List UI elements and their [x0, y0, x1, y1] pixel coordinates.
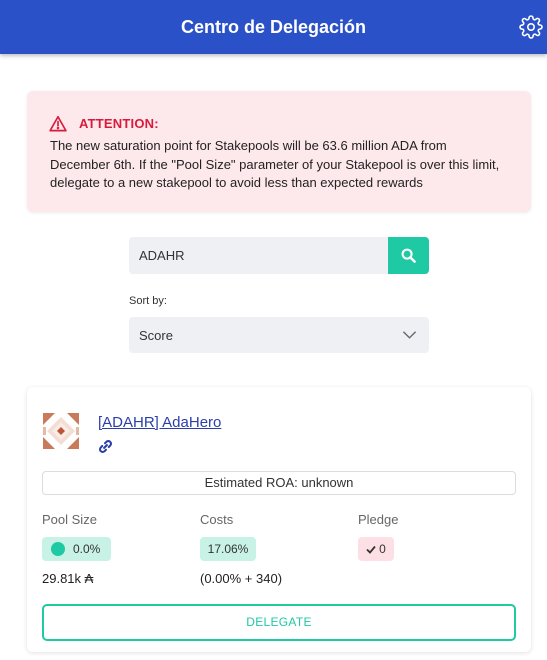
estimated-roa: Estimated ROA: unknown: [42, 471, 516, 495]
pool-logo: [43, 413, 79, 449]
alert-header: ATTENTION:: [49, 115, 159, 132]
gear-icon[interactable]: [519, 15, 543, 39]
check-icon: [366, 545, 376, 554]
delegate-button[interactable]: DELEGATE: [42, 604, 516, 641]
sort-selected-value: Score: [139, 328, 173, 343]
warning-icon: [49, 115, 67, 132]
app-header: Centro de Delegación: [0, 0, 547, 54]
costs-detail: (0.00% + 340): [200, 571, 283, 586]
pool-size-label: Pool Size: [42, 512, 97, 527]
page-title: Centro de Delegación: [180, 17, 367, 37]
pledge-value: 0: [379, 542, 386, 556]
pledge-badge: 0: [358, 537, 394, 561]
pool-size-amount: 29.81k ₳: [42, 571, 94, 586]
alert-message: The new saturation point for Stakepools …: [50, 138, 500, 190]
costs-percent: 17.06%: [207, 542, 249, 556]
search-button[interactable]: [388, 237, 429, 274]
sort-select[interactable]: Score: [129, 317, 429, 353]
sort-label: Sort by:: [129, 295, 167, 307]
search-icon: [401, 248, 416, 263]
pledge-label: Pledge: [358, 512, 399, 527]
alert-title: ATTENTION:: [79, 116, 159, 131]
pool-card: [ADAHR] AdaHero Estimated ROA: unknown P…: [27, 387, 531, 652]
search-input[interactable]: [129, 237, 388, 274]
attention-alert: ATTENTION: The new saturation point for …: [27, 91, 531, 212]
chevron-down-icon: [402, 331, 417, 339]
costs-label: Costs: [200, 512, 234, 527]
pool-size-badge: 0.0%: [42, 537, 111, 561]
pool-search: [129, 237, 429, 274]
link-icon[interactable]: [98, 439, 113, 454]
pool-name-link[interactable]: [ADAHR] AdaHero: [98, 414, 221, 431]
saturation-dot: [51, 542, 65, 556]
costs-badge: 17.06%: [200, 537, 256, 561]
pool-size-percent: 0.0%: [73, 542, 101, 556]
